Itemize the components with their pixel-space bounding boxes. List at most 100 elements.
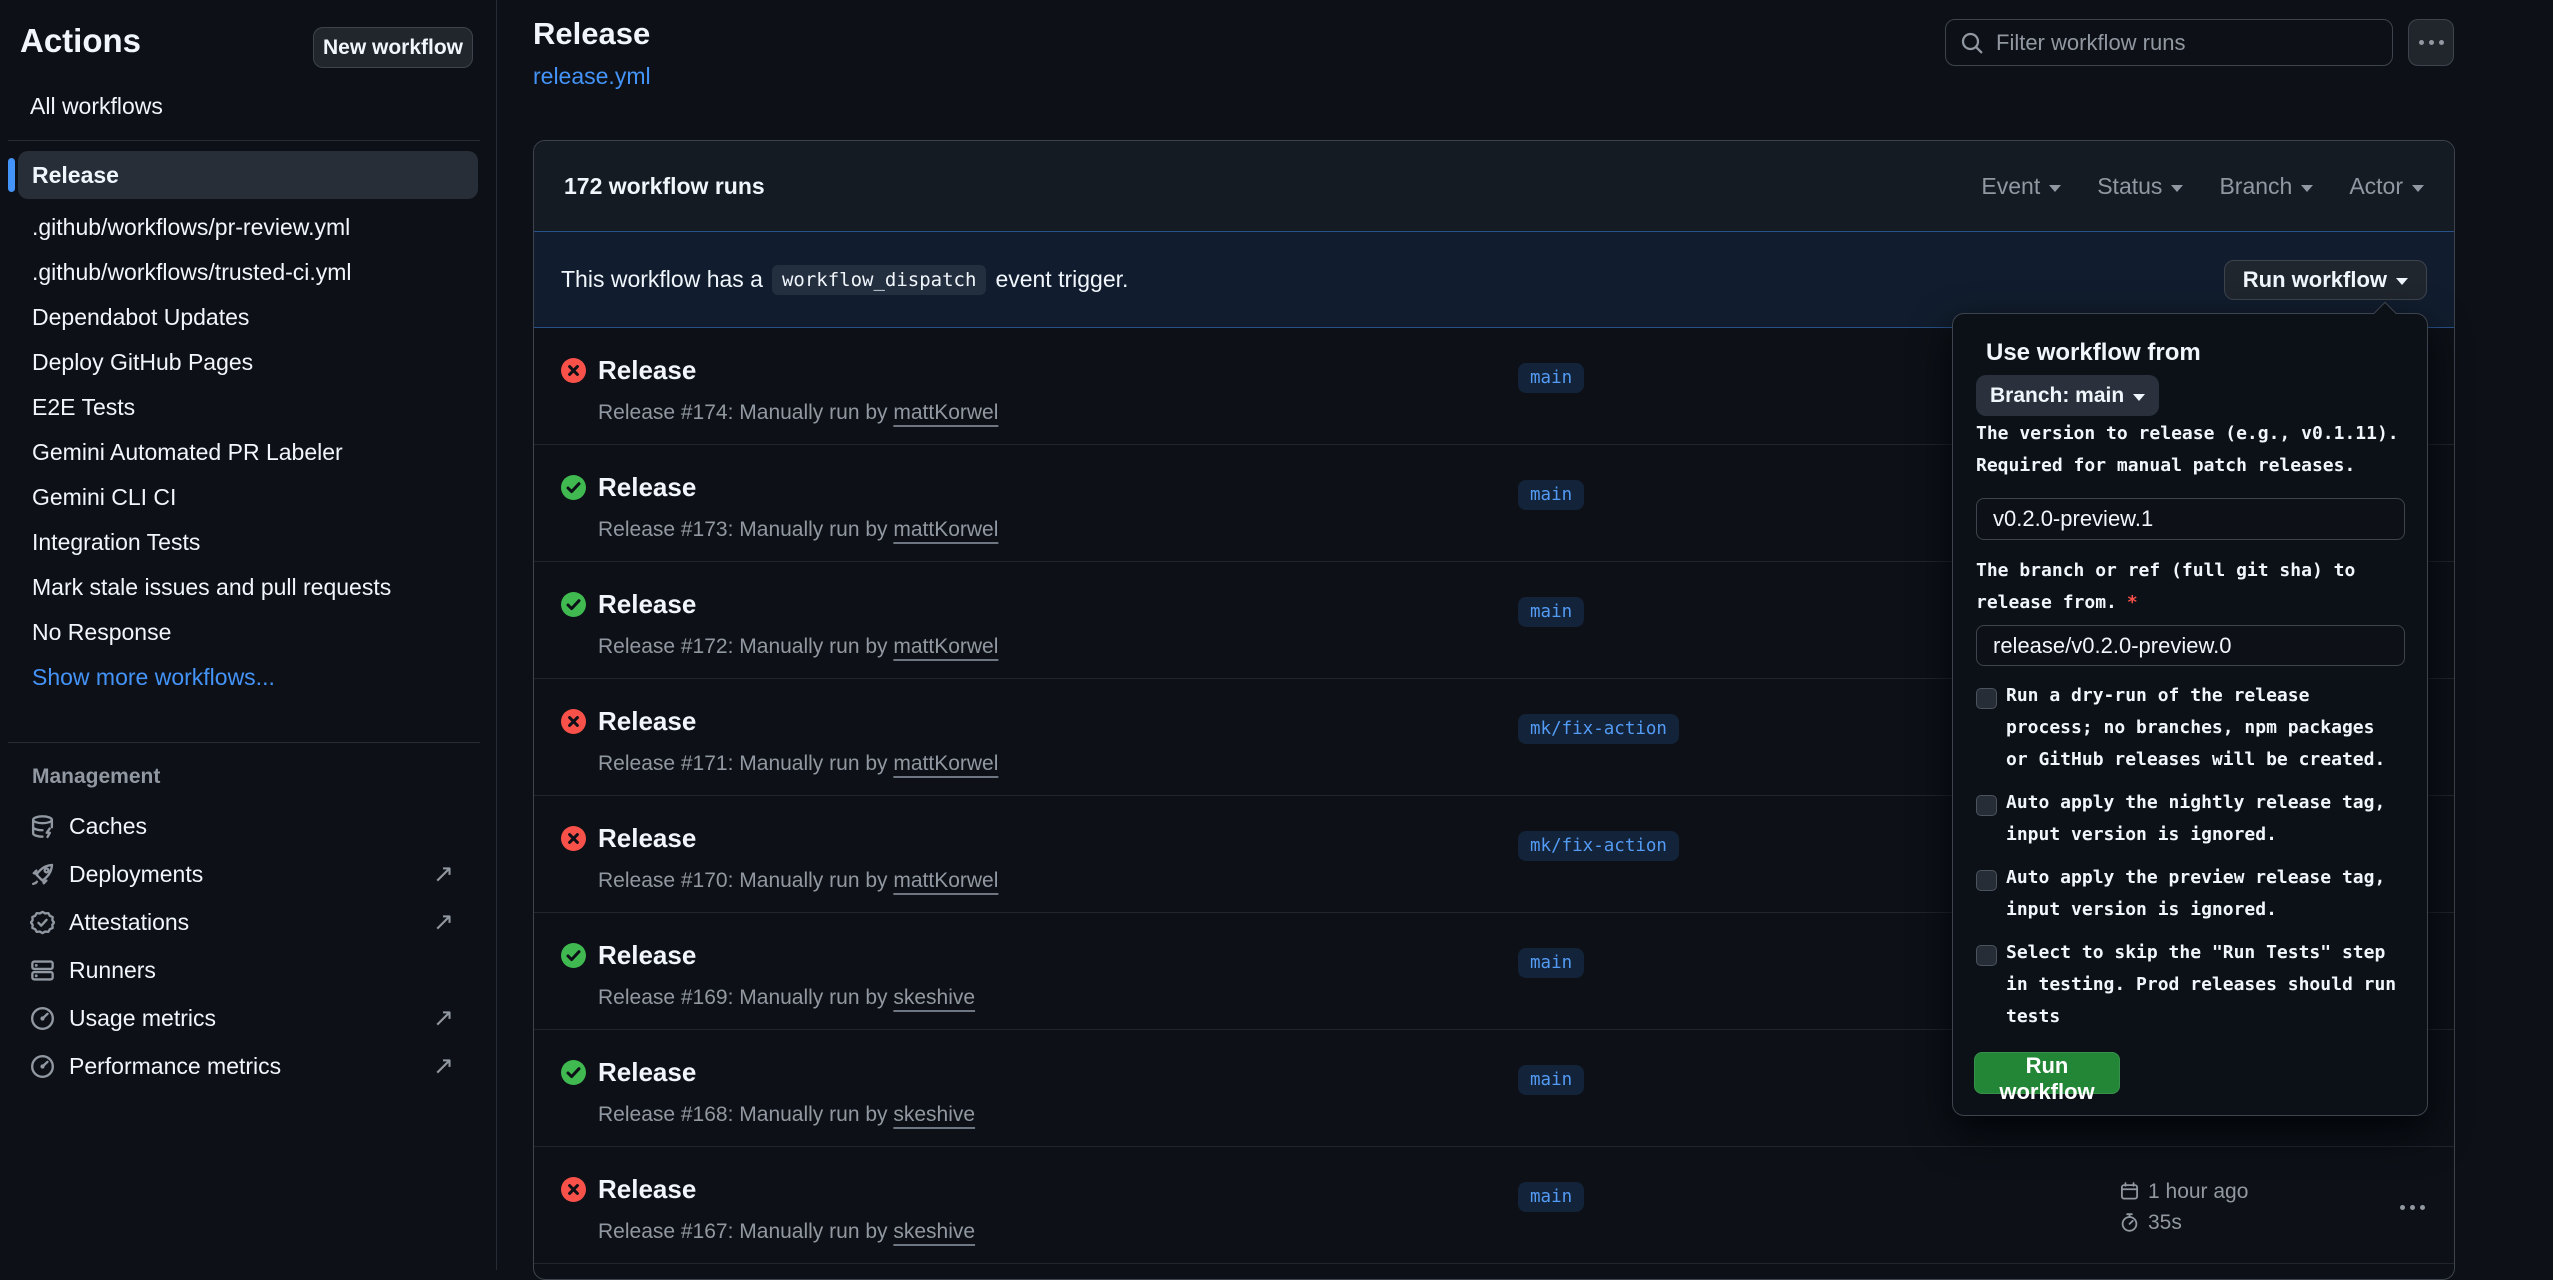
- actor-link[interactable]: mattKorwel: [893, 752, 998, 775]
- run-description: Release #171: Manually run by mattKorwel: [598, 752, 998, 776]
- sidebar-item-label: Release: [32, 162, 119, 189]
- checkbox[interactable]: [1976, 870, 1997, 891]
- branch-label[interactable]: main: [1518, 1182, 1584, 1212]
- page-title: Release: [533, 16, 650, 52]
- branch-label[interactable]: main: [1518, 363, 1584, 393]
- panel-heading: Use workflow from: [1986, 339, 2201, 367]
- filter-workflow-runs-field[interactable]: [1945, 19, 2393, 66]
- sidebar-item-runners[interactable]: Runners: [0, 946, 496, 994]
- version-input[interactable]: [1976, 498, 2405, 540]
- verified-icon: [30, 910, 55, 935]
- run-title-link[interactable]: Release: [598, 589, 696, 620]
- chevron-down-icon: [2133, 394, 2145, 401]
- ref-input[interactable]: [1976, 625, 2405, 666]
- run-title-link[interactable]: Release: [598, 706, 696, 737]
- filter-actor-dropdown[interactable]: Actor: [2349, 173, 2424, 200]
- sidebar-item-workflow[interactable]: Deploy GitHub Pages: [0, 340, 496, 385]
- actor-link[interactable]: skeshive: [893, 986, 975, 1009]
- sidebar-item-all-workflows[interactable]: All workflows: [30, 93, 163, 120]
- sidebar-item-usage-metrics[interactable]: Usage metrics ↗: [0, 994, 496, 1042]
- show-more-workflows-link[interactable]: Show more workflows...: [0, 655, 496, 700]
- sidebar-item-attestations[interactable]: Attestations ↗: [0, 898, 496, 946]
- actor-link[interactable]: mattKorwel: [893, 869, 998, 892]
- sidebar-item-release[interactable]: Release: [18, 151, 478, 199]
- event-code-chip: workflow_dispatch: [772, 265, 986, 295]
- sidebar-item-workflow[interactable]: Mark stale issues and pull requests: [0, 565, 496, 610]
- external-link-icon: ↗: [433, 1054, 454, 1079]
- sidebar-item-workflow[interactable]: Dependabot Updates: [0, 295, 496, 340]
- actor-link[interactable]: skeshive: [893, 1103, 975, 1126]
- run-meta: 1 hour ago 35s: [2120, 1176, 2248, 1238]
- sidebar-item-workflow[interactable]: .github/workflows/pr-review.yml: [0, 205, 496, 250]
- sidebar-item-label: Deployments: [69, 861, 203, 888]
- run-count: 172 workflow runs: [564, 173, 765, 200]
- branch-label[interactable]: mk/fix-action: [1518, 831, 1679, 861]
- checkbox-label: Auto apply the preview release tag, inpu…: [2006, 862, 2385, 926]
- rocket-icon: [30, 862, 55, 887]
- success-status-icon: [561, 943, 586, 968]
- search-icon: [1960, 31, 1984, 55]
- run-title-link[interactable]: Release: [598, 355, 696, 386]
- run-workflow-dropdown-button[interactable]: Run workflow: [2224, 260, 2427, 300]
- checkbox[interactable]: [1976, 688, 1997, 709]
- skip-tests-checkbox-field: Select to skip the "Run Tests" step in t…: [1976, 937, 2396, 1033]
- sidebar-item-caches[interactable]: Caches: [0, 802, 496, 850]
- sidebar-item-workflow[interactable]: E2E Tests: [0, 385, 496, 430]
- branch-label[interactable]: main: [1518, 948, 1584, 978]
- checkbox[interactable]: [1976, 945, 1997, 966]
- run-workflow-submit-button[interactable]: Run workflow: [1974, 1052, 2120, 1094]
- sidebar-item-workflow[interactable]: Gemini Automated PR Labeler: [0, 430, 496, 475]
- success-status-icon: [561, 592, 586, 617]
- dry-run-checkbox-field: Run a dry-run of the release process; no…: [1976, 680, 2385, 776]
- run-options-kebab-icon[interactable]: [2390, 1195, 2434, 1219]
- run-description: Release #170: Manually run by mattKorwel: [598, 869, 998, 893]
- version-help-text: The version to release (e.g., v0.1.11). …: [1976, 418, 2399, 482]
- run-title-link[interactable]: Release: [598, 1174, 696, 1205]
- branch-label[interactable]: main: [1518, 597, 1584, 627]
- workflow-run-row: Release Release #167: Manually run by sk…: [534, 1147, 2454, 1264]
- filter-event-dropdown[interactable]: Event: [1981, 173, 2061, 200]
- run-workflow-panel: Use workflow from Branch: main The versi…: [1952, 313, 2428, 1116]
- sidebar-item-workflow[interactable]: Gemini CLI CI: [0, 475, 496, 520]
- actor-link[interactable]: mattKorwel: [893, 635, 998, 658]
- run-title-link[interactable]: Release: [598, 940, 696, 971]
- sidebar-item-performance-metrics[interactable]: Performance metrics ↗: [0, 1042, 496, 1090]
- run-title-link[interactable]: Release: [598, 472, 696, 503]
- sidebar-divider: [8, 742, 480, 743]
- sidebar-item-label: Caches: [69, 813, 147, 840]
- sidebar-item-deployments[interactable]: Deployments ↗: [0, 850, 496, 898]
- banner-text: This workflow has a: [561, 266, 763, 293]
- search-input[interactable]: [1996, 30, 2356, 56]
- actor-link[interactable]: mattKorwel: [893, 518, 998, 541]
- sidebar-item-workflow[interactable]: .github/workflows/trusted-ci.yml: [0, 250, 496, 295]
- kebab-icon: [2419, 40, 2444, 45]
- run-title-link[interactable]: Release: [598, 823, 696, 854]
- branch-label[interactable]: mk/fix-action: [1518, 714, 1679, 744]
- branch-label[interactable]: main: [1518, 480, 1584, 510]
- actor-link[interactable]: mattKorwel: [893, 401, 998, 424]
- sidebar-item-workflow[interactable]: No Response: [0, 610, 496, 655]
- chevron-down-icon: [2171, 185, 2183, 192]
- workflow-list: .github/workflows/pr-review.yml .github/…: [0, 205, 496, 700]
- management-list: Caches Deployments ↗ Attestations ↗ Runn…: [0, 802, 496, 1090]
- external-link-icon: ↗: [433, 910, 454, 935]
- workflow-file-link[interactable]: release.yml: [533, 63, 651, 90]
- checkbox[interactable]: [1976, 795, 1997, 816]
- branch-selector-button[interactable]: Branch: main: [1976, 375, 2159, 416]
- failure-status-icon: [561, 1177, 586, 1202]
- server-icon: [30, 958, 55, 983]
- sidebar-item-workflow[interactable]: Integration Tests: [0, 520, 496, 565]
- workflow-options-button[interactable]: [2408, 19, 2454, 66]
- run-description: Release #173: Manually run by mattKorwel: [598, 518, 998, 542]
- actor-link[interactable]: skeshive: [893, 1220, 975, 1243]
- branch-label[interactable]: main: [1518, 1065, 1584, 1095]
- run-title-link[interactable]: Release: [598, 1057, 696, 1088]
- success-status-icon: [561, 1060, 586, 1085]
- new-workflow-button[interactable]: New workflow: [313, 27, 473, 68]
- success-status-icon: [561, 475, 586, 500]
- chevron-down-icon: [2396, 278, 2408, 285]
- filter-status-dropdown[interactable]: Status: [2097, 173, 2183, 200]
- filter-branch-dropdown[interactable]: Branch: [2219, 173, 2313, 200]
- chevron-down-icon: [2412, 185, 2424, 192]
- cache-icon: [30, 814, 55, 839]
